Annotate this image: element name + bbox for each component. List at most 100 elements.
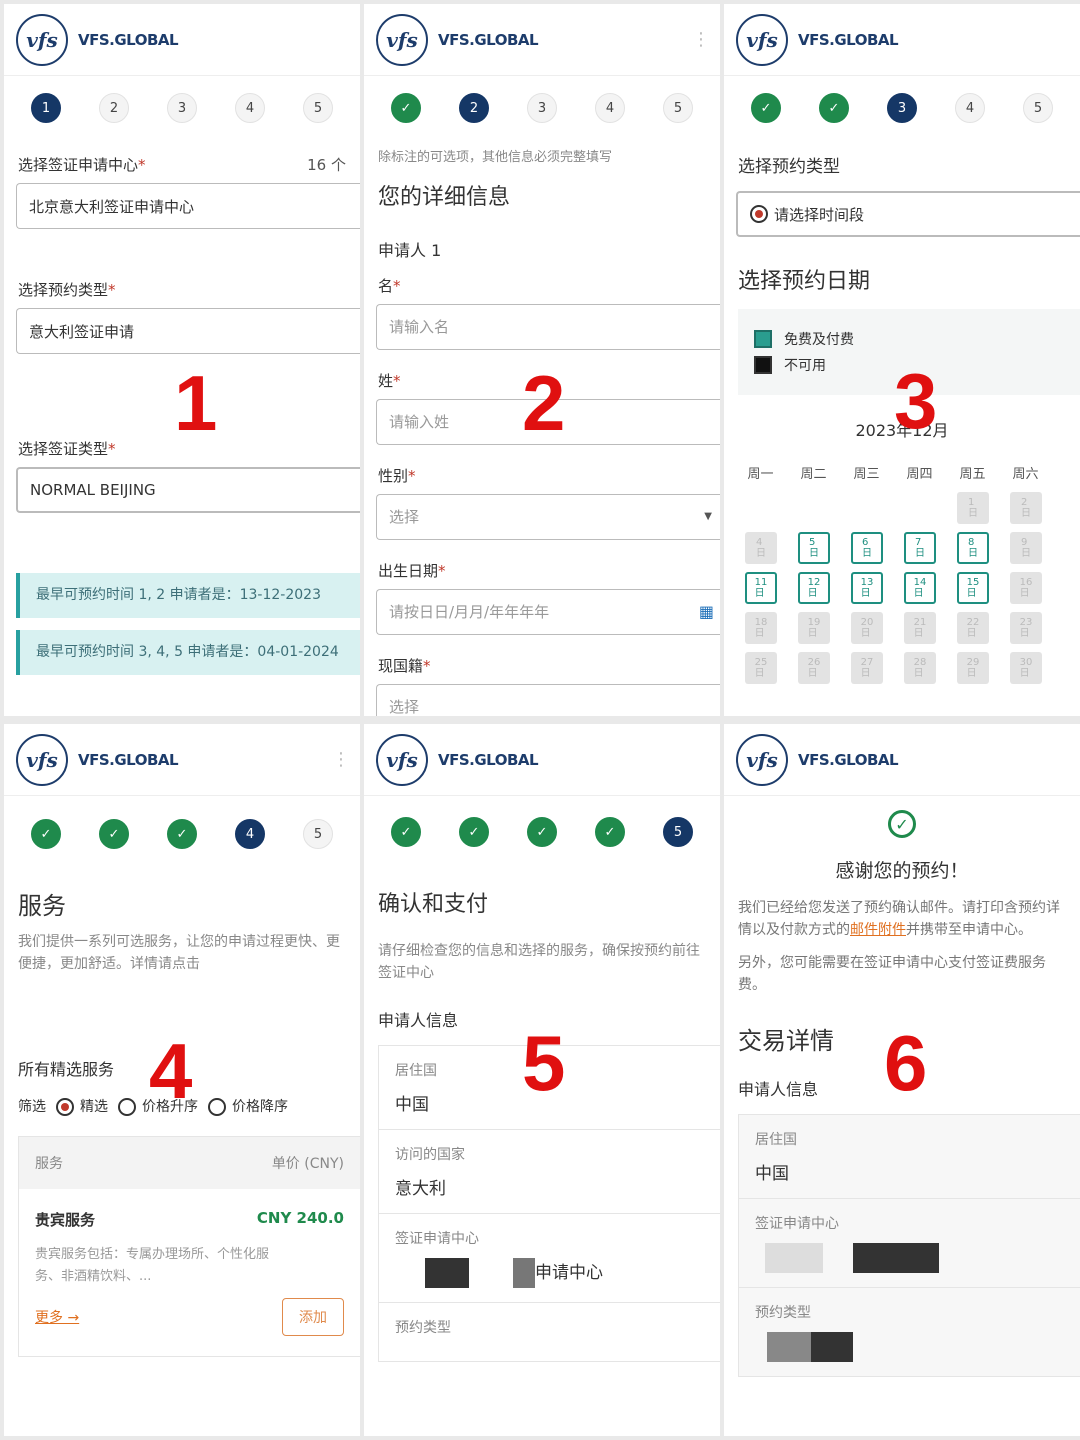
calendar-day[interactable]: 15 日 (957, 572, 989, 604)
step-1-check-icon[interactable]: ✓ (391, 93, 421, 123)
add-button[interactable]: 添加 (282, 1297, 344, 1336)
radio-selected-icon (56, 1097, 74, 1116)
redaction-block (765, 1242, 823, 1273)
step-2[interactable]: 2 (459, 93, 489, 123)
nationality-select[interactable]: 选择 (376, 683, 720, 716)
table-row: 贵宾服务 CNY 240.0 贵宾服务包括：专属办理场所、个性化服务、非酒精饮料… (19, 1189, 360, 1356)
header: vfs VFS.GLOBAL (364, 724, 720, 796)
appt-label: 选择预约类型* (18, 281, 116, 299)
redaction-block (853, 1242, 939, 1273)
step-1[interactable]: 1 (31, 93, 61, 123)
destination-value: 意大利 (395, 1178, 446, 1199)
calendar-day[interactable]: 14 日 (904, 572, 936, 604)
weekday: 周二 (800, 467, 827, 482)
service-actions: 更多 → 添加 (35, 1297, 344, 1336)
page-title: 确认和支付 (378, 892, 489, 917)
panel-step4: vfs VFS.GLOBAL ⋮ ✓ ✓ ✓ 4 5 服务 我们提供一系列可选服… (4, 724, 360, 1436)
annotation-number: 4 (149, 1027, 193, 1115)
annotation-number: 6 (884, 1019, 928, 1107)
calendar-day: 16 日 (1010, 572, 1042, 604)
brand-name: VFS.GLOBAL (78, 30, 179, 49)
step-3[interactable]: 3 (887, 93, 917, 123)
applicant-heading: 申请人 1 (378, 240, 442, 260)
step-1-check-icon[interactable]: ✓ (391, 817, 421, 847)
calendar-day: 4日 (745, 532, 777, 564)
page-title: 服务 (18, 892, 66, 920)
step-4[interactable]: 4 (235, 93, 265, 123)
center-select[interactable]: 北京意大利签证申请中心 (16, 183, 360, 229)
calendar-day[interactable]: 12 日 (798, 572, 830, 604)
calendar-day: 26 日 (798, 652, 830, 684)
dob-label: 出生日期* (378, 561, 446, 580)
required-note: 除标注的可选项，其他信息必须完整填写 (378, 150, 613, 165)
calendar-day[interactable]: 8日 (957, 532, 989, 564)
step-3-check-icon[interactable]: ✓ (167, 819, 197, 849)
calendar-day: 22 日 (957, 612, 989, 644)
filter-price-desc[interactable]: 价格降序 (208, 1096, 288, 1116)
appt-type-heading: 选择预约类型 (738, 157, 840, 177)
calendar-day[interactable]: 6日 (851, 532, 883, 564)
appt-type-row: 预约类型 (739, 1288, 1080, 1376)
step-3-check-icon[interactable]: ✓ (527, 817, 557, 847)
vfs-logo-icon: vfs (376, 733, 428, 786)
filter-label: 筛选 (18, 1098, 46, 1115)
time-slot-radio[interactable]: 请选择时间段 (736, 191, 1080, 237)
step-2-check-icon[interactable]: ✓ (99, 819, 129, 849)
step-2-check-icon[interactable]: ✓ (819, 93, 849, 123)
menu-icon[interactable]: ⋮ (332, 749, 350, 770)
center-count: 16 个 (307, 156, 346, 174)
step-3[interactable]: 3 (527, 93, 557, 123)
panel-step1: vfs VFS.GLOBAL 1 2 3 4 5 选择签证申请中心* 16 个 … (4, 4, 360, 716)
step-4[interactable]: 4 (595, 93, 625, 123)
dob-input[interactable]: 请按日日/月月/年年年年 ▦ (376, 588, 720, 635)
more-link[interactable]: 更多 → (35, 1307, 79, 1327)
step-1-check-icon[interactable]: ✓ (751, 93, 781, 123)
header: vfs VFS.GLOBAL ⋮ (364, 4, 720, 76)
dropdown-icon: ▼ (704, 511, 712, 523)
calendar-day: 29 日 (957, 652, 989, 684)
step-5[interactable]: 5 (303, 819, 333, 849)
appt-type-select[interactable]: 意大利签证申请 (16, 308, 360, 354)
step-2[interactable]: 2 (99, 93, 129, 123)
first-name-input[interactable]: 请输入名 (376, 303, 720, 350)
mail-attachment-link[interactable]: 邮件附件 (850, 922, 906, 938)
step-5[interactable]: 5 (303, 93, 333, 123)
vfs-logo-icon: vfs (376, 13, 428, 66)
step-3[interactable]: 3 (167, 93, 197, 123)
step-4[interactable]: 4 (235, 819, 265, 849)
calendar-day[interactable]: 7日 (904, 532, 936, 564)
step-1-check-icon[interactable]: ✓ (31, 819, 61, 849)
brand-name: VFS.GLOBAL (798, 750, 899, 769)
calendar-day[interactable]: 5日 (798, 532, 830, 564)
calendar-day[interactable]: 13 日 (851, 572, 883, 604)
step-4-check-icon[interactable]: ✓ (595, 817, 625, 847)
menu-icon[interactable]: ⋮ (692, 29, 710, 50)
calendar-icon[interactable]: ▦ (699, 602, 714, 621)
center-key: 签证申请中心 (395, 1230, 479, 1247)
radio-icon (208, 1097, 226, 1116)
step-2-check-icon[interactable]: ✓ (459, 817, 489, 847)
step-5[interactable]: 5 (663, 817, 693, 847)
radio-icon (118, 1097, 136, 1116)
first-name-label: 名* (378, 276, 401, 295)
step-4[interactable]: 4 (955, 93, 985, 123)
visa-type-select[interactable]: NORMAL BEIJING (16, 467, 360, 513)
service-desc: 贵宾服务包括：专属办理场所、个性化服务、非酒精饮料、... (35, 1246, 270, 1284)
calendar-day (851, 492, 883, 524)
gender-select[interactable]: 选择 ▼ (376, 493, 720, 540)
vfs-logo-icon: vfs (16, 13, 68, 66)
filter-featured[interactable]: 精选 (56, 1096, 108, 1116)
step-5[interactable]: 5 (1023, 93, 1053, 123)
redaction-block (425, 1257, 469, 1288)
step-5[interactable]: 5 (663, 93, 693, 123)
page-title: 您的详细信息 (378, 184, 511, 210)
brand-name: VFS.GLOBAL (798, 30, 899, 49)
weekday: 周一 (747, 467, 774, 482)
calendar-day[interactable]: 11 日 (745, 572, 777, 604)
date-heading: 选择预约日期 (738, 269, 871, 294)
unavailable-swatch-icon (754, 356, 772, 374)
confirm-message: 我们已经给您发送了预约确认邮件。请打印含预约详情以及付款方式的邮件附件并携带至申… (738, 900, 1060, 939)
col-price: 单价 (CNY) (271, 1155, 344, 1172)
center-label-row: 选择签证申请中心* 16 个 (18, 154, 346, 175)
success-check-icon: ✓ (724, 810, 1080, 838)
